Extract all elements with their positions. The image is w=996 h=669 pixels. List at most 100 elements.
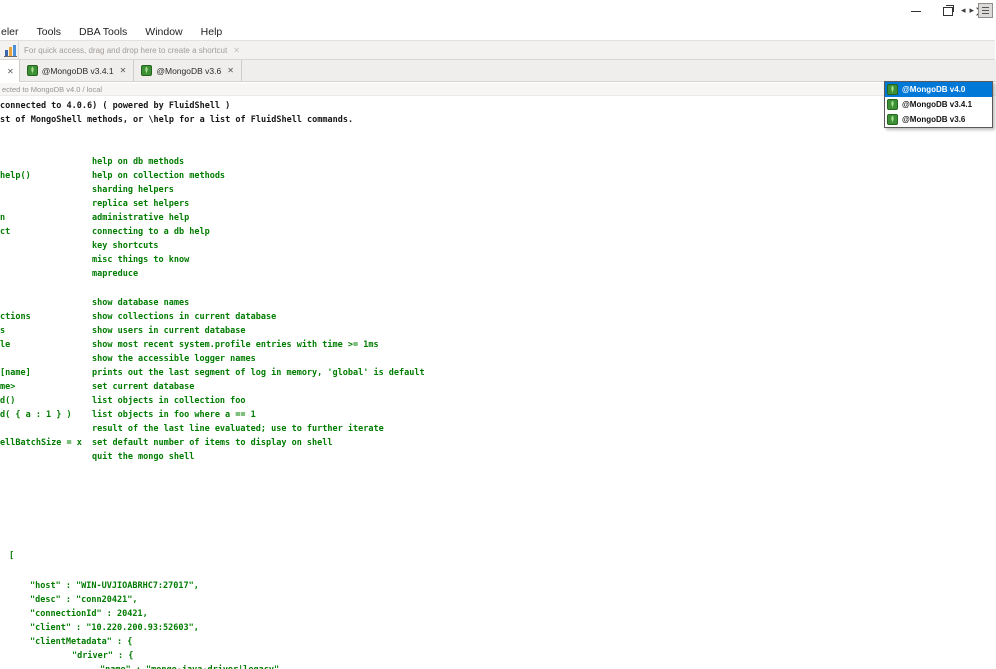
console-help-row: le show most recent system.profile entrie… (0, 340, 996, 354)
connection-status-bar: ected to MongoDB v4.0 / local (0, 83, 996, 96)
fluidshell-console[interactable]: connected to 4.0.6) ( powered by FluidSh… (0, 96, 996, 669)
console-help-row: help on db methods (0, 157, 996, 171)
json-open-bracket: [ (9, 551, 15, 561)
menubar: eler Tools DBA Tools Window Help (0, 22, 996, 40)
minimize-icon (911, 10, 921, 12)
quick-access-toolbar: For quick access, drag and drop here to … (0, 40, 995, 60)
help-description: show most recent system.profile entries … (92, 340, 379, 350)
console-help-row: s show users in current database (0, 326, 996, 340)
menu-item-tools[interactable]: Tools (28, 25, 71, 38)
help-command-fragment: ctions (0, 312, 31, 322)
restore-icon (943, 4, 954, 16)
console-help-row: [name] prints out the last segment of log… (0, 368, 996, 382)
help-description: help on collection methods (92, 171, 226, 181)
mongodb-icon (887, 99, 898, 110)
chart-shortcut-icon[interactable] (2, 42, 18, 58)
help-description: misc things to know (92, 255, 190, 265)
connection-status-text: ected to MongoDB v4.0 / local (2, 84, 103, 94)
dropdown-item[interactable]: @MongoDB v3.6 (885, 112, 992, 127)
dismiss-hint-icon[interactable]: ✕ (233, 46, 240, 55)
dropdown-item[interactable]: @MongoDB v4.0 (885, 82, 992, 97)
scroll-tabs-left-icon[interactable]: ◂ (961, 6, 966, 15)
title-bar (0, 0, 996, 22)
help-description: help on db methods (92, 157, 185, 167)
minimize-button[interactable] (900, 0, 932, 22)
help-description: show collections in current database (92, 312, 277, 322)
console-help-row: n administrative help (0, 213, 996, 227)
tab-list-menu-button[interactable] (978, 3, 993, 18)
help-command-fragment: [name] (0, 368, 31, 378)
console-help-row: ellBatchSize = x set default number of it… (0, 438, 996, 452)
console-json-line: "host" : "WIN-UVJIOABRHC7:27017", (30, 581, 199, 591)
mongodb-icon (26, 65, 38, 76)
help-description: administrative help (92, 213, 190, 223)
help-command-fragment: ct (0, 227, 11, 237)
console-help-row: show the accessible logger names (0, 354, 996, 368)
tab-close-icon[interactable]: ✕ (227, 66, 234, 75)
help-description: list objects in collection foo (92, 396, 246, 406)
menu-item-eler[interactable]: eler (0, 25, 28, 38)
list-icon (982, 7, 989, 14)
tab-partial[interactable]: ✕ (0, 60, 20, 82)
console-json-line: "clientMetadata" : { (30, 637, 133, 647)
dropdown-item-label: @MongoDB v3.4.1 (902, 100, 973, 109)
console-help-row: quit the mongo shell (0, 452, 996, 466)
help-block-1: help on db methods help() help on collecti… (0, 157, 996, 283)
tab-label: @MongoDB v3.6 (156, 65, 222, 76)
console-help-row: key shortcuts (0, 241, 996, 255)
help-command-fragment: d() (0, 396, 16, 406)
console-help-row: sharding helpers (0, 185, 996, 199)
dropdown-item-label: @MongoDB v4.0 (902, 85, 966, 94)
menu-item-help[interactable]: Help (192, 25, 232, 38)
dropdown-item-label: @MongoDB v3.6 (902, 115, 966, 124)
tab--mongodb-v3.6[interactable]: @MongoDB v3.6 ✕ (134, 60, 242, 81)
menu-item-dba-tools[interactable]: DBA Tools (70, 25, 136, 38)
menu-item-window[interactable]: Window (136, 25, 191, 38)
console-help-row: d( { a : 1 } ) list objects in foo where … (0, 410, 996, 424)
toolbar-divider (18, 41, 19, 59)
console-json-line: "name" : "mongo-java-driver|legacy", (0, 665, 996, 669)
tab-dropdown: @MongoDB v4.0 @MongoDB v3.4.1 @MongoDB v3.… (884, 81, 993, 128)
help-command-fragment: ellBatchSize = x (0, 438, 82, 448)
help-description: key shortcuts (92, 241, 159, 251)
console-json-line: "client" : "10.220.200.93:52603", (30, 623, 199, 633)
tab-label: @MongoDB v3.4.1 (41, 65, 114, 76)
shell-banner-line: connected to 4.0.6) ( powered by FluidSh… (0, 101, 231, 111)
mongodb-icon (887, 114, 898, 125)
help-description: mapreduce (92, 269, 139, 279)
help-command-fragment: n (0, 213, 6, 223)
help-command-fragment: le (0, 340, 11, 350)
mongodb-icon (887, 84, 898, 95)
console-help-row: d() list objects in collection foo (0, 396, 996, 410)
help-description: set current database (92, 382, 195, 392)
dropdown-item[interactable]: @MongoDB v3.4.1 (885, 97, 992, 112)
mongodb-icon (141, 65, 153, 76)
tab-close-icon[interactable]: ✕ (120, 66, 127, 75)
help-command-fragment: me> (0, 382, 16, 392)
help-description: list objects in foo where a == 1 (92, 410, 256, 420)
help-description: set default number of items to display o… (92, 438, 333, 448)
console-help-row: show database names (0, 298, 996, 312)
console-json-line: "connectionId" : 20421, (30, 609, 148, 619)
console-help-row: replica set helpers (0, 199, 996, 213)
help-command-fragment: s (0, 326, 6, 336)
console-help-row: ct connecting to a db help (0, 227, 996, 241)
help-description: quit the mongo shell (92, 452, 195, 462)
scroll-tabs-right-icon[interactable]: ▸ (969, 6, 974, 15)
restore-button[interactable] (932, 0, 964, 22)
console-json-line: "desc" : "conn20421", (30, 595, 138, 605)
help-description: replica set helpers (92, 199, 190, 209)
tab-close-icon[interactable]: ✕ (7, 67, 14, 76)
help-description: sharding helpers (92, 185, 174, 195)
json-block: "host" : "WIN-UVJIOABRHC7:27017", "desc" … (0, 581, 996, 669)
quick-access-hint: For quick access, drag and drop here to … (24, 45, 228, 55)
help-command-fragment: d( { a : 1 } ) (0, 410, 72, 420)
help-description: show database names (92, 298, 190, 308)
console-help-row: misc things to know (0, 255, 996, 269)
console-json-line: "driver" : { (72, 651, 134, 661)
help-block-2: show database names ctions show collection… (0, 298, 996, 466)
help-description: show the accessible logger names (92, 354, 256, 364)
help-description: result of the last line evaluated; use t… (92, 424, 384, 434)
console-help-row: mapreduce (0, 269, 996, 283)
tab--mongodb-v3.4.1[interactable]: @MongoDB v3.4.1 ✕ (19, 60, 135, 81)
